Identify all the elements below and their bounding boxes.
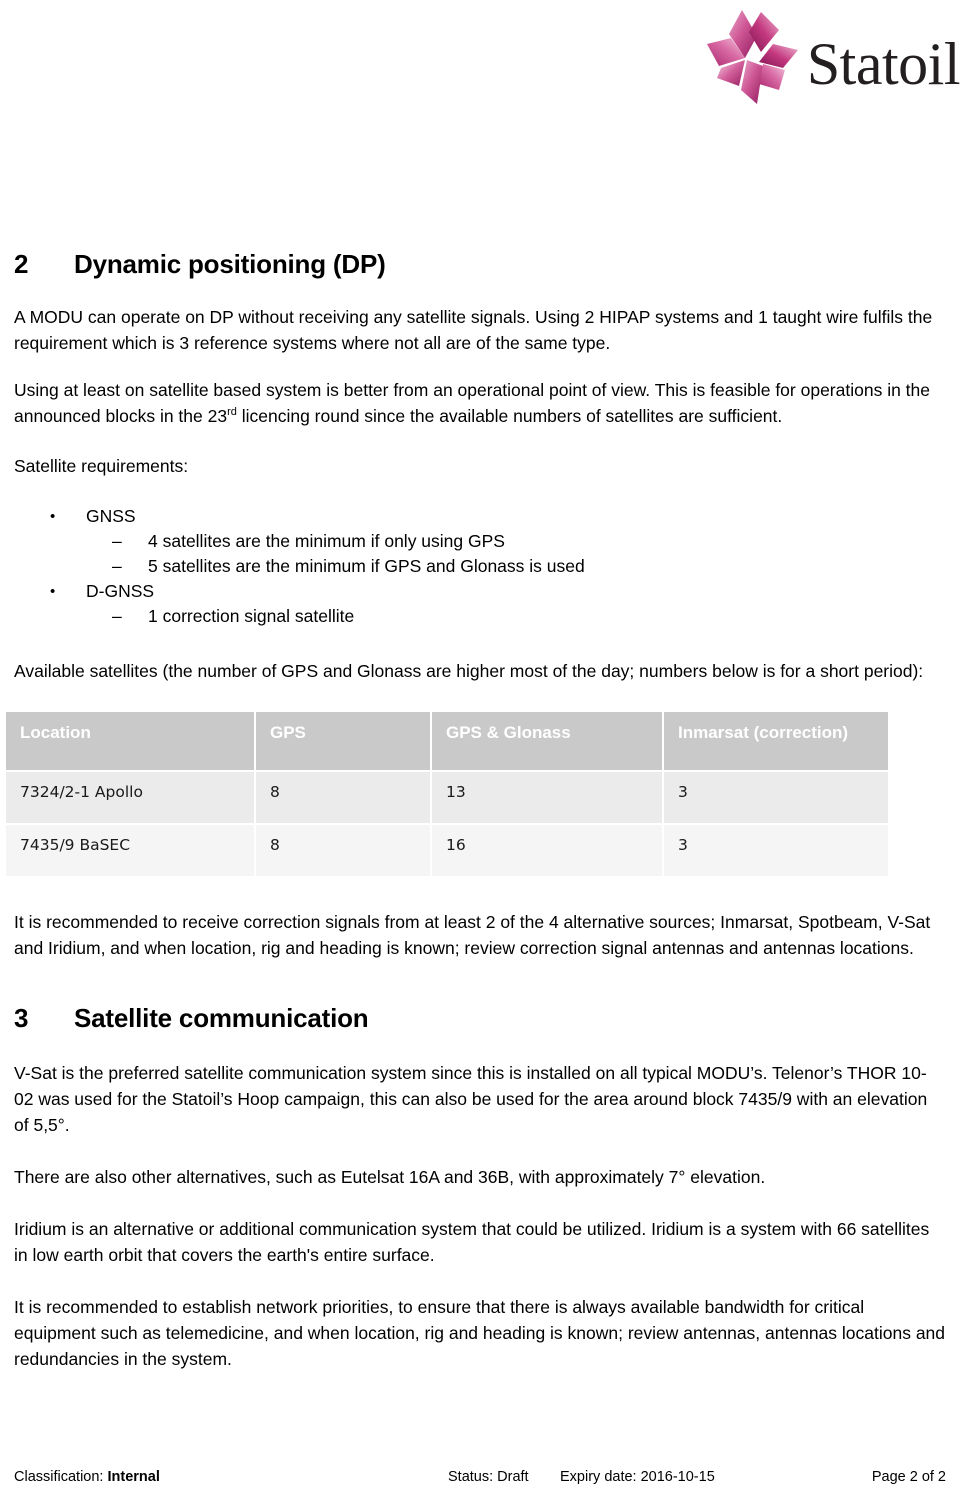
document-body: 2 Dynamic positioning (DP) A MODU can op… [6, 0, 946, 1372]
dash-marker: – [112, 530, 122, 551]
paragraph-vsat: V-Sat is the preferred satellite communi… [14, 1062, 928, 1135]
list-item-dgnss-sub-1: – 1 correction signal satellite [112, 604, 946, 629]
list-item-gnss: • GNSS [50, 504, 946, 529]
list-item-label: 5 satellites are the minimum if GPS and … [148, 555, 585, 576]
table-header: Location GPS GPS & Glonass Inmarsat (cor… [6, 711, 888, 771]
document-page: Statoil 2 Dynamic positioning (DP) A MOD… [0, 0, 960, 1498]
paragraph-eutelsat: There are also other alternatives, such … [14, 1166, 766, 1187]
paragraph-correction-signals: It is recommended to receive correction … [14, 911, 931, 958]
footer-status: Status: Draft [448, 1469, 529, 1485]
column-header-gps: GPS [255, 711, 432, 771]
paragraph-satellite-based-system: Using at least on satellite based system… [14, 377, 946, 429]
heading-3-title: Satellite communication [74, 1002, 369, 1033]
list-item-label: 1 correction signal satellite [148, 605, 355, 626]
cell-gps: 8 [255, 822, 432, 876]
footer-classification-value: Internal [107, 1469, 160, 1485]
label-available-satellites: Available satellites (the number of GPS … [14, 660, 924, 681]
table-body: 7324/2-1 Apollo 8 13 3 7435/9 BaSEC 8 16… [6, 769, 888, 876]
paragraph-iridium: Iridium is an alternative or additional … [14, 1218, 930, 1265]
heading-3-number: 3 [14, 1002, 29, 1033]
cell-gps-glonass: 16 [431, 822, 664, 876]
heading-section-2: 2 Dynamic positioning (DP) [14, 249, 946, 280]
cell-gps: 8 [255, 769, 432, 824]
list-item-gnss-sub-1: – 4 satellites are the minimum if only u… [112, 529, 946, 554]
footer-classification-label: Classification: [14, 1469, 104, 1485]
table-row: 7324/2-1 Apollo 8 13 3 [6, 769, 888, 824]
heading-section-3: 3 Satellite communication [14, 1002, 946, 1034]
p2-part2: licencing round since the available numb… [236, 405, 783, 426]
column-header-inmarsat: Inmarsat (correction) [663, 711, 888, 771]
bullet-marker: • [50, 507, 56, 525]
available-satellites-table: Location GPS GPS & Glonass Inmarsat (cor… [6, 711, 888, 876]
footer-expiry-date: Expiry date: 2016-10-15 [560, 1469, 715, 1485]
dash-marker: – [112, 555, 122, 576]
paragraph-modu-dp: A MODU can operate on DP without receivi… [14, 306, 933, 353]
column-header-gps-glonass: GPS & Glonass [431, 711, 664, 771]
heading-2-number: 2 [14, 249, 29, 279]
footer-classification: Classification: Internal [14, 1468, 160, 1486]
column-header-location: Location [6, 711, 256, 771]
list-item-label: 4 satellites are the minimum if only usi… [148, 530, 505, 551]
list-item-label: D-GNSS [86, 580, 155, 601]
label-satellite-requirements: Satellite requirements: [14, 455, 189, 476]
cell-location: 7324/2-1 Apollo [6, 769, 256, 824]
cell-inmarsat: 3 [663, 769, 888, 824]
ordinal-suffix: rd [227, 406, 237, 419]
heading-2-title: Dynamic positioning (DP) [74, 249, 386, 279]
satellite-requirements-list: • GNSS – 4 satellites are the minimum if… [14, 504, 946, 629]
table-row: 7435/9 BaSEC 8 16 3 [6, 822, 888, 876]
cell-inmarsat: 3 [663, 822, 888, 876]
cell-gps-glonass: 13 [431, 769, 664, 824]
paragraph-network-priorities: It is recommended to establish network p… [14, 1296, 946, 1369]
table-header-row: Location GPS GPS & Glonass Inmarsat (cor… [6, 711, 888, 771]
list-item-dgnss: • D-GNSS [50, 579, 946, 604]
dash-marker: – [112, 605, 122, 626]
list-item-gnss-sub-2: – 5 satellites are the minimum if GPS an… [112, 554, 946, 579]
bullet-marker: • [50, 582, 56, 600]
footer-page-number: Page 2 of 2 [871, 1469, 946, 1485]
list-item-label: GNSS [86, 505, 136, 526]
cell-location: 7435/9 BaSEC [6, 822, 256, 876]
